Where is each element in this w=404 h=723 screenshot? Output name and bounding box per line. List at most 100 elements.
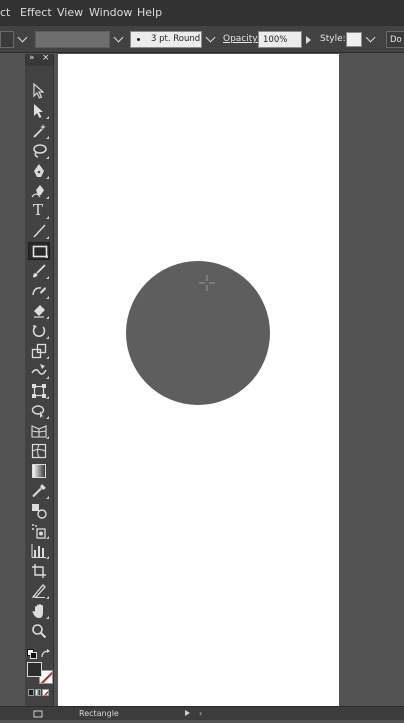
fill-swatch[interactable] — [27, 662, 42, 677]
flyout-indicator-icon — [46, 436, 49, 439]
artboard-nav-icon — [33, 710, 43, 718]
warp-tool-icon — [31, 364, 47, 375]
symbol-sprayer-tool[interactable] — [28, 522, 50, 540]
zoom-tool-icon — [32, 624, 47, 639]
control-bar: 3 pt. Round Opacity: 100% Style: Do — [0, 26, 404, 53]
perspective-grid-tool[interactable] — [28, 422, 50, 440]
warp-tool[interactable] — [28, 362, 50, 380]
status-menu-arrow-icon[interactable] — [185, 710, 190, 716]
rotate-tool[interactable] — [28, 322, 50, 340]
stroke-weight-field[interactable] — [0, 31, 14, 48]
tools-panel: » × T — [25, 53, 54, 720]
opacity-value: 100% — [263, 35, 288, 45]
flyout-indicator-icon — [46, 236, 49, 239]
artboard-tool[interactable] — [28, 562, 50, 580]
lasso-tool-icon — [33, 144, 47, 158]
curvature-tool[interactable] — [28, 182, 50, 200]
paintbrush-tool-icon — [33, 264, 46, 278]
menu-view[interactable]: View — [57, 6, 83, 19]
menu-object[interactable]: ct — [0, 6, 10, 19]
eyedropper-tool-icon — [32, 484, 46, 498]
shaper-tool-icon — [32, 287, 46, 296]
flyout-indicator-icon — [46, 356, 49, 359]
current-tool-label: Rectangle — [79, 709, 119, 718]
selection-tool[interactable] — [28, 82, 50, 100]
free-transform-tool[interactable] — [28, 382, 50, 400]
flyout-indicator-icon — [46, 616, 49, 619]
stroke-weight-dropdown[interactable] — [14, 31, 30, 48]
menu-window[interactable]: Window — [89, 6, 132, 19]
shape-builder-tool[interactable] — [28, 402, 50, 420]
flyout-indicator-icon — [46, 216, 49, 219]
mesh-tool[interactable] — [28, 442, 50, 460]
flyout-indicator-icon — [46, 196, 49, 199]
document-setup-label: Do — [390, 35, 402, 45]
document-setup-button[interactable]: Do — [386, 31, 404, 48]
flyout-indicator-icon — [46, 176, 49, 179]
collapse-icon[interactable]: » — [29, 53, 35, 63]
column-graph-tool[interactable] — [28, 542, 50, 560]
gradient-tool-icon — [32, 464, 46, 478]
left-gutter — [0, 54, 25, 706]
slice-tool[interactable] — [28, 582, 50, 600]
color-mode-button[interactable] — [28, 689, 34, 696]
opacity-dropdown[interactable] — [302, 31, 316, 48]
eraser-tool[interactable] — [28, 302, 50, 320]
brush-definition-label: 3 pt. Round — [151, 34, 201, 44]
rotate-tool-icon — [32, 325, 46, 338]
opacity-label[interactable]: Opacity: — [223, 34, 260, 44]
menu-bar: ct Effect View Window Help — [0, 0, 404, 26]
rectangle-tool[interactable] — [28, 242, 50, 260]
pen-tool[interactable] — [28, 162, 50, 180]
artboard-tool-icon — [32, 564, 46, 578]
graphic-style-dropdown[interactable] — [362, 31, 378, 48]
eyedropper-tool[interactable] — [28, 482, 50, 500]
direct-selection-tool-icon — [34, 104, 43, 118]
menu-effect[interactable]: Effect — [20, 6, 52, 19]
default-fill-stroke-button[interactable] — [27, 644, 37, 659]
curvature-tool-icon — [31, 185, 44, 198]
swap-fill-stroke-button[interactable] — [41, 644, 51, 658]
chevron-down-icon — [365, 32, 376, 43]
flyout-indicator-icon — [46, 336, 49, 339]
crosshair-cursor — [198, 274, 216, 292]
gradient-mode-button[interactable] — [35, 689, 41, 696]
flyout-indicator-icon — [46, 376, 49, 379]
artboard-navigation[interactable] — [33, 709, 43, 719]
line-segment-tool[interactable] — [28, 222, 50, 240]
brush-definition-field[interactable]: 3 pt. Round — [130, 31, 202, 48]
perspective-grid-tool-icon — [31, 425, 47, 438]
flyout-indicator-icon — [46, 116, 49, 119]
flyout-indicator-icon — [46, 296, 49, 299]
zoom-tool[interactable] — [28, 622, 50, 640]
hand-tool[interactable] — [28, 602, 50, 620]
blend-tool[interactable] — [28, 502, 50, 520]
magic-wand-tool-icon — [33, 124, 46, 138]
paintbrush-tool[interactable] — [28, 262, 50, 280]
brush-definition-dropdown[interactable] — [202, 31, 218, 48]
magic-wand-tool[interactable] — [28, 122, 50, 140]
symbol-sprayer-tool-icon — [32, 524, 46, 539]
direct-selection-tool[interactable] — [28, 102, 50, 120]
chevron-down-icon — [113, 32, 124, 43]
free-transform-tool-icon — [32, 384, 46, 398]
shaper-tool[interactable] — [28, 282, 50, 300]
gradient-tool[interactable] — [28, 462, 50, 480]
chevron-down-icon — [17, 32, 28, 43]
flyout-indicator-icon — [46, 396, 49, 399]
menu-help[interactable]: Help — [137, 6, 162, 19]
default-colors-icon — [27, 649, 37, 659]
scroll-left-icon[interactable]: ‹ — [199, 709, 202, 718]
width-profile-dropdown[interactable] — [110, 31, 126, 48]
graphic-style-swatch[interactable] — [346, 32, 362, 47]
none-mode-button[interactable] — [42, 689, 49, 696]
chevron-down-icon — [205, 32, 216, 43]
variable-width-profile[interactable] — [35, 31, 110, 48]
opacity-field[interactable]: 100% — [258, 31, 302, 48]
tools-panel-header[interactable]: » × — [25, 53, 53, 66]
lasso-tool[interactable] — [28, 142, 50, 160]
flyout-indicator-icon — [46, 556, 49, 559]
type-tool[interactable]: T — [28, 201, 50, 220]
scale-tool[interactable] — [28, 342, 50, 360]
close-icon[interactable]: × — [42, 53, 50, 63]
